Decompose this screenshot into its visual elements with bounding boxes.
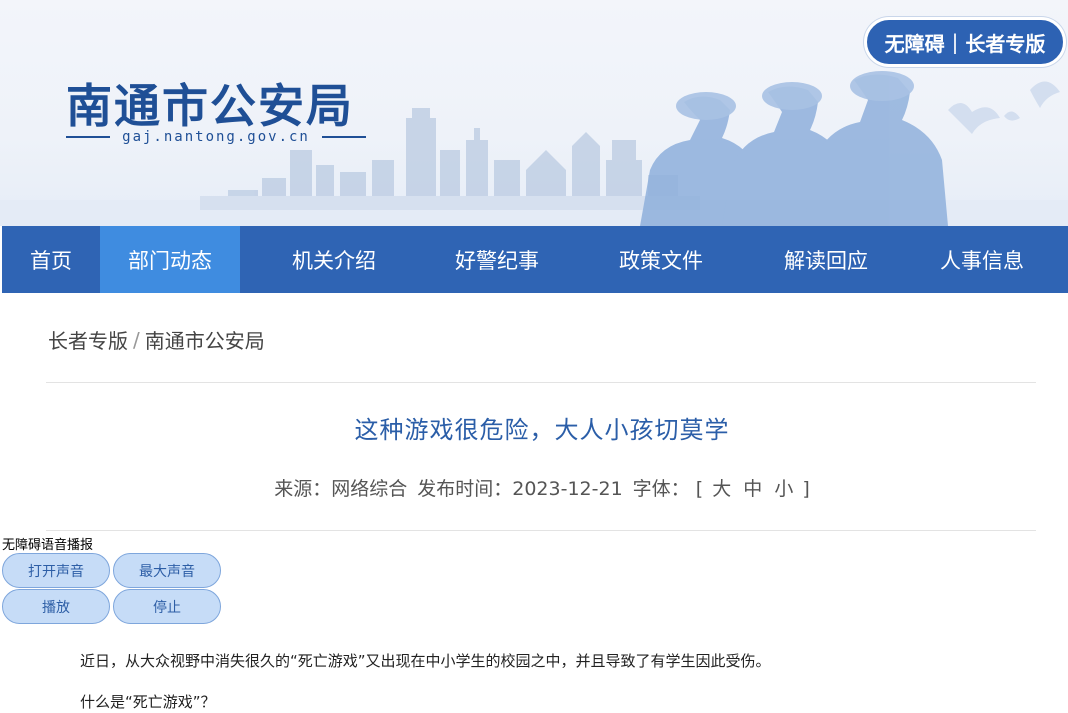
nav-item-interpretation[interactable]: 解读回应 bbox=[756, 226, 896, 293]
bracket-close: ] bbox=[802, 478, 810, 500]
breadcrumb-home[interactable]: 长者专版 bbox=[48, 325, 128, 354]
date-label: 发布时间： bbox=[417, 478, 513, 500]
nav-item-home[interactable]: 首页 bbox=[2, 226, 100, 293]
header-banner: 南通市公安局 gaj.nantong.gov.cn 无障碍 | 长者专版 bbox=[0, 0, 1068, 226]
play-button[interactable]: 播放 bbox=[2, 589, 110, 624]
breadcrumb: 长者专版 / 南通市公安局 bbox=[48, 325, 265, 354]
divider-top bbox=[46, 382, 1036, 383]
site-domain: gaj.nantong.gov.cn bbox=[122, 129, 310, 145]
voice-broadcast-label: 无障碍语音播报 bbox=[2, 538, 94, 553]
font-size-large-link[interactable]: 大 bbox=[712, 474, 731, 501]
article-paragraph-2: 什么是“死亡游戏”？ bbox=[80, 693, 216, 711]
accessibility-mode-link[interactable]: 无障碍 bbox=[885, 28, 945, 57]
article-source: 网络综合 bbox=[331, 478, 408, 500]
breadcrumb-current[interactable]: 南通市公安局 bbox=[145, 325, 265, 354]
nav-item-department-news[interactable]: 部门动态 bbox=[100, 226, 240, 293]
source-label: 来源： bbox=[274, 478, 332, 500]
font-size-small-link[interactable]: 小 bbox=[774, 474, 793, 501]
site-domain-row: gaj.nantong.gov.cn bbox=[66, 128, 366, 146]
main-nav: 首页 部门动态 机关介绍 好警纪事 政策文件 解读回应 人事信息 bbox=[2, 226, 1068, 293]
article-meta: 来源：网络综合 发布时间：2023-12-21 字体： [ 大 中 小 ] bbox=[0, 474, 1068, 501]
stop-button[interactable]: 停止 bbox=[113, 589, 221, 624]
nav-item-agency-intro[interactable]: 机关介绍 bbox=[240, 226, 428, 293]
font-size-label: 字体： bbox=[632, 478, 690, 500]
site-title: 南通市公安局 bbox=[66, 79, 354, 133]
domain-rule-left bbox=[66, 136, 111, 138]
nav-item-policy-documents[interactable]: 政策文件 bbox=[566, 226, 756, 293]
article-paragraph-1: 近日，从大众视野中消失很久的“死亡游戏”又出现在中小学生的校园之中，并且导致了有… bbox=[80, 652, 771, 670]
breadcrumb-separator: / bbox=[133, 327, 140, 352]
publish-date: 2023-12-21 bbox=[512, 478, 623, 500]
divider-bottom bbox=[46, 530, 1036, 531]
elderly-mode-link[interactable]: 长者专版 bbox=[965, 28, 1045, 57]
nav-item-police-stories[interactable]: 好警纪事 bbox=[428, 226, 566, 293]
bracket-open: [ bbox=[695, 478, 704, 500]
nav-item-personnel-info[interactable]: 人事信息 bbox=[896, 226, 1068, 293]
open-sound-button[interactable]: 打开声音 bbox=[2, 553, 110, 588]
accessibility-switch: 无障碍 | 长者专版 bbox=[864, 17, 1066, 67]
article-title: 这种游戏很危险，大人小孩切莫学 bbox=[354, 416, 730, 444]
max-volume-button[interactable]: 最大声音 bbox=[113, 553, 221, 588]
domain-rule-right bbox=[321, 136, 366, 138]
font-size-medium-link[interactable]: 中 bbox=[743, 474, 762, 501]
accessibility-separator: | bbox=[951, 30, 959, 54]
